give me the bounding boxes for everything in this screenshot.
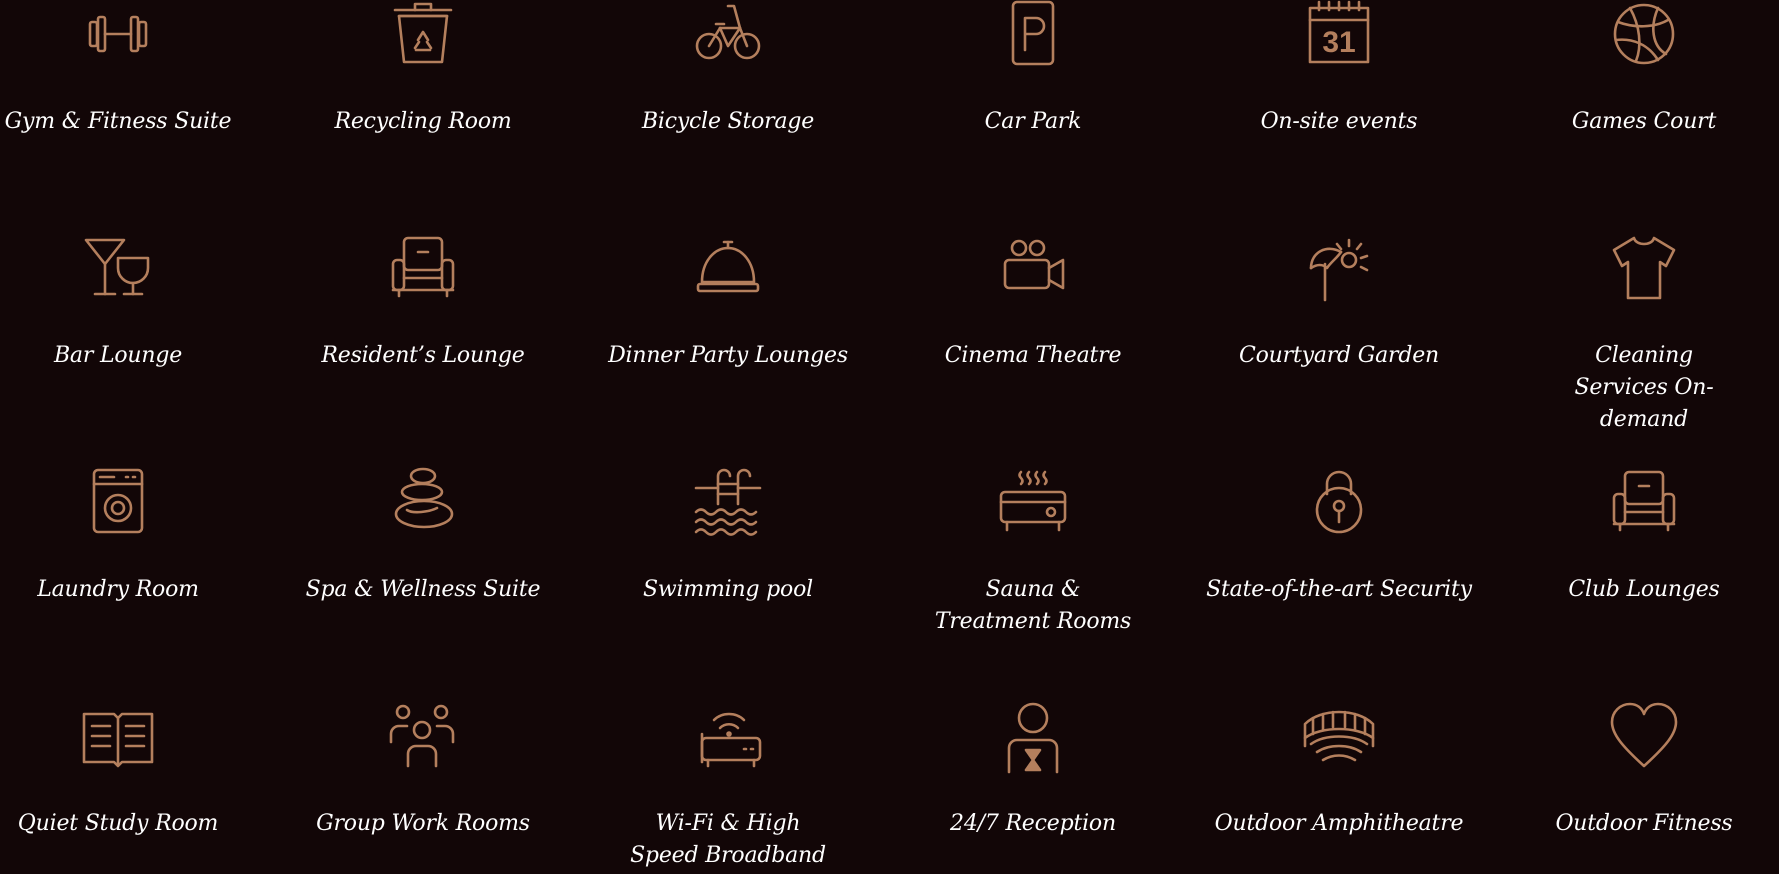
cocktail-glasses-icon	[80, 230, 156, 306]
amenity-item-quiet-study-room: Quiet Study Room	[0, 0, 268, 836]
open-book-icon	[80, 698, 156, 774]
amenity-label: Courtyard Garden	[1238, 343, 1440, 368]
amenity-label: Dinner Party Lounges	[608, 343, 848, 368]
sauna-heater-icon	[995, 464, 1071, 540]
amenity-label: Group Work Rooms	[316, 811, 530, 836]
amenity-label: Cinema Theatre	[944, 343, 1122, 368]
heart-icon	[1606, 698, 1682, 774]
amenity-item-wi-fi-and-high-speed-broadband: Wi-Fi & High Speed Broadband	[578, 0, 878, 868]
amenity-label: Club Lounges	[1568, 577, 1720, 602]
amenity-label: Spa & Wellness Suite	[305, 577, 541, 602]
amphitheatre-icon	[1301, 698, 1377, 774]
amenity-label: Quiet Study Room	[17, 811, 219, 836]
amenities-grid: Gym & Fitness Suite Recycling Room Bicycle…	[0, 0, 1779, 874]
amenity-label: Resident’s Lounge	[321, 343, 525, 368]
amenity-label: 24/7 Reception	[950, 811, 1116, 836]
armchair-icon	[385, 230, 461, 306]
wifi-router-icon	[690, 698, 766, 774]
amenity-item-outdoor-amphitheatre: Outdoor Amphitheatre	[1189, 0, 1489, 836]
amenity-label: Wi-Fi & High Speed Broadband	[630, 811, 826, 868]
parasol-sun-icon	[1301, 230, 1377, 306]
spa-stones-icon	[385, 464, 461, 540]
amenity-label: Outdoor Fitness	[1555, 811, 1733, 836]
amenity-item-group-work-rooms: Group Work Rooms	[273, 0, 573, 836]
amenity-label: Sauna & Treatment Rooms	[934, 577, 1132, 634]
amenity-label: Cleaning Services On-demand	[1574, 343, 1714, 432]
amenity-item-24-7-reception: 24/7 Reception	[883, 0, 1183, 836]
receptionist-icon	[995, 698, 1071, 774]
group-people-icon	[385, 698, 461, 774]
serving-cloche-icon	[690, 230, 766, 306]
amenity-label: Outdoor Amphitheatre	[1214, 811, 1464, 836]
t-shirt-icon	[1606, 230, 1682, 306]
amenity-item-outdoor-fitness: Outdoor Fitness	[1494, 0, 1779, 836]
amenity-label: Laundry Room	[37, 577, 199, 602]
amenity-label: Bar Lounge	[53, 343, 183, 368]
padlock-icon	[1301, 464, 1377, 540]
pool-ladder-icon	[690, 464, 766, 540]
armchair-icon	[1606, 464, 1682, 540]
washing-machine-icon	[80, 464, 156, 540]
amenity-label: State-of-the-art Security	[1206, 577, 1472, 602]
movie-camera-icon	[995, 230, 1071, 306]
amenity-label: Swimming pool	[643, 577, 813, 602]
